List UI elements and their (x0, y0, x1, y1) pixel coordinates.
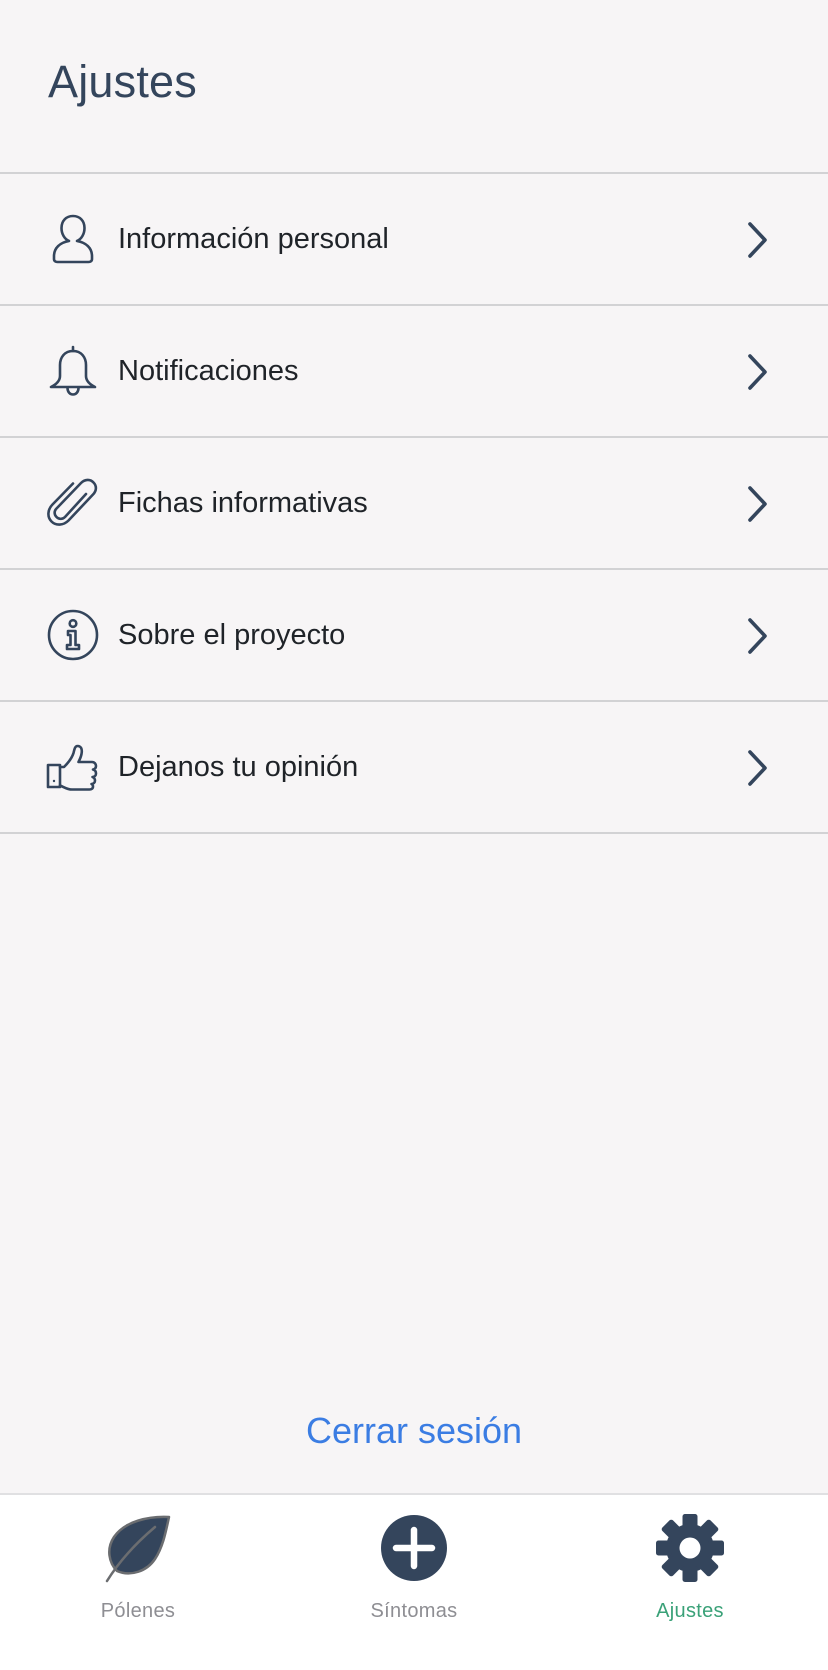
leaf-icon (103, 1513, 173, 1583)
menu-item-label: Dejanos tu opinión (118, 751, 359, 783)
header: Ajustes (0, 0, 828, 174)
menu-item-notifications[interactable]: Notificaciones (0, 306, 828, 438)
tab-bar: Pólenes Síntomas Ajustes (0, 1493, 828, 1670)
tab-label: Ajustes (656, 1600, 724, 1622)
menu-item-label: Fichas informativas (118, 487, 368, 519)
bell-icon (46, 344, 100, 398)
tab-label: Pólenes (100, 1600, 176, 1622)
chevron-right-icon (742, 614, 772, 658)
menu-item-label: Notificaciones (118, 355, 299, 387)
tab-symptoms[interactable]: Síntomas (276, 1495, 552, 1670)
user-icon (46, 212, 100, 266)
tab-label: Síntomas (370, 1600, 458, 1622)
logout-button[interactable]: Cerrar sesión (0, 1410, 828, 1452)
settings-menu: Información personal Notificaciones Fich… (0, 174, 828, 834)
menu-item-fact-sheets[interactable]: Fichas informativas (0, 438, 828, 570)
info-icon (46, 608, 100, 662)
menu-item-label: Sobre el proyecto (118, 619, 346, 651)
menu-item-feedback[interactable]: Dejanos tu opinión (0, 702, 828, 834)
chevron-right-icon (742, 482, 772, 526)
menu-item-personal-info[interactable]: Información personal (0, 174, 828, 306)
chevron-right-icon (742, 218, 772, 262)
chevron-right-icon (742, 746, 772, 790)
menu-item-label: Información personal (118, 223, 389, 255)
chevron-right-icon (742, 350, 772, 394)
tab-pollens[interactable]: Pólenes (0, 1495, 276, 1670)
tab-settings[interactable]: Ajustes (552, 1495, 828, 1670)
page-title: Ajustes (48, 56, 197, 107)
plus-circle-icon (379, 1513, 449, 1583)
gear-icon (655, 1513, 725, 1583)
menu-item-about-project[interactable]: Sobre el proyecto (0, 570, 828, 702)
paperclip-icon (46, 476, 100, 530)
thumbs-up-icon (46, 740, 100, 794)
